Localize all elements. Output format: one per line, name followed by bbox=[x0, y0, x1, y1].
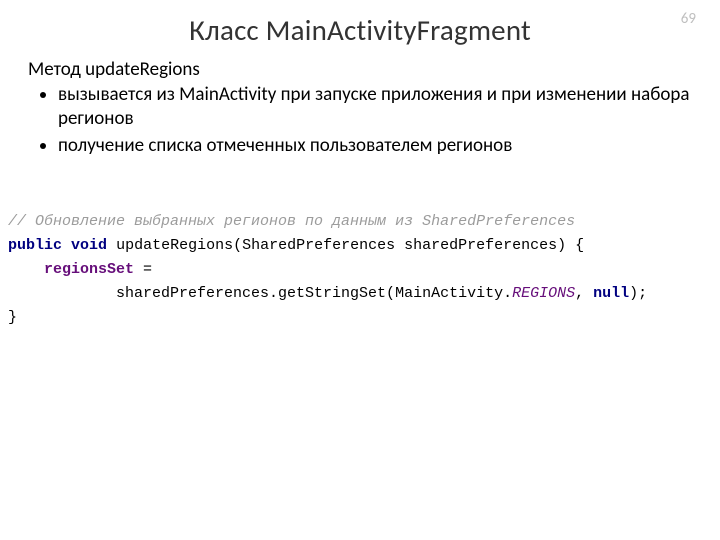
code-comment: // Обновление выбранных регионов по данн… bbox=[8, 213, 575, 230]
code-constant: REGIONS bbox=[512, 285, 575, 302]
code-text: } bbox=[8, 309, 17, 326]
bullet-list: вызывается из MainActivity при запуске п… bbox=[28, 83, 692, 158]
code-keyword: public bbox=[8, 237, 62, 254]
code-text: ); bbox=[629, 285, 647, 302]
code-text: sharedPreferences.getStringSet(MainActiv… bbox=[8, 285, 512, 302]
page-number: 69 bbox=[681, 10, 696, 28]
code-keyword: void bbox=[71, 237, 107, 254]
code-field: regionsSet bbox=[44, 261, 134, 278]
code-block: // Обновление выбранных регионов по данн… bbox=[8, 186, 692, 330]
code-text: , bbox=[575, 285, 593, 302]
slide-title: Класс MainActivityFragment bbox=[28, 12, 692, 48]
intro-text: Метод updateRegions bbox=[28, 58, 692, 81]
code-text: (SharedPreferences sharedPreferences) { bbox=[233, 237, 584, 254]
list-item: вызывается из MainActivity при запуске п… bbox=[58, 83, 692, 132]
code-keyword: null bbox=[593, 285, 629, 302]
code-method: updateRegions bbox=[116, 237, 233, 254]
code-text: = bbox=[134, 261, 152, 278]
list-item: получение списка отмеченных пользователе… bbox=[58, 134, 692, 158]
